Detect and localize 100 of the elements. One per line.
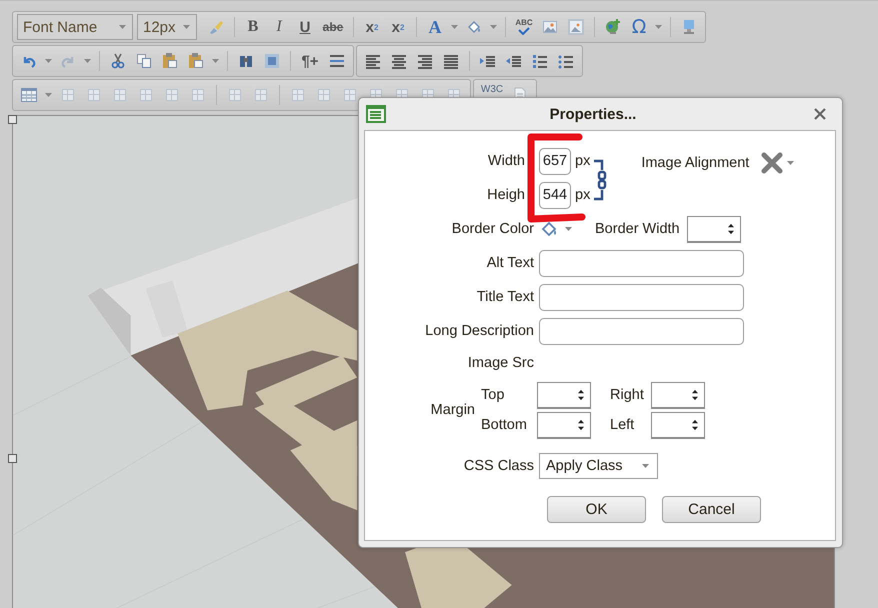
italic-button[interactable]: I [267,15,291,39]
x-mark-icon [761,152,784,174]
check-mark-icon [518,27,530,35]
text-field[interactable] [539,284,744,310]
caret-icon [565,227,572,231]
text-field[interactable] [539,318,744,344]
spinner-field[interactable] [537,412,591,438]
table-tool-icon [112,87,128,103]
caret-icon[interactable] [490,25,497,29]
superscript-button[interactable]: x$^{2}$ [360,15,384,39]
spin-arrows-icon [692,388,698,402]
table-tool-icon [138,87,154,103]
table-tool-icon [253,87,269,103]
binoculars-icon [238,53,254,69]
font-color-button[interactable]: A [423,15,447,39]
number-field[interactable]: 657 [539,148,571,174]
caret-icon [787,161,794,165]
spin-arrows-icon [692,418,698,432]
table-tool-icon [60,87,76,103]
resize-handle[interactable] [8,454,17,463]
validate-button[interactable]: W3C [478,83,506,97]
field-label: Top [481,386,506,405]
ok-button[interactable]: OK [547,496,646,523]
spinner-field[interactable] [651,382,705,408]
alignment-dropdown[interactable] [761,152,794,174]
unit-label: px [575,187,590,203]
field-label: Bottom [481,416,528,435]
unit-label: px [575,153,590,169]
border-color-dropdown[interactable] [541,221,572,237]
table-icon [21,87,37,103]
dialog-title: Properties... [550,106,636,122]
field-label: Title Text [476,289,534,305]
table-tool-icon [227,87,243,103]
field-label: Right [610,386,645,405]
indent-icon [480,53,496,69]
numbered-list-icon [532,53,548,69]
image-frame-icon [568,19,584,35]
field-label: Border Color [452,221,534,237]
underline-button[interactable]: U [293,15,317,39]
spinner-field[interactable] [686,216,741,242]
css-class-dropdown[interactable]: Apply Class [539,453,658,479]
brush-icon [208,19,224,35]
copy-icon [136,53,152,69]
paint-bucket-icon [466,19,482,35]
number-field[interactable]: 544 [539,182,571,208]
align-left-icon [365,53,381,69]
caret-icon[interactable] [212,59,219,63]
table-tool-icon [86,87,102,103]
table-tool-icon [316,87,332,103]
caret-icon[interactable] [45,93,52,97]
monitor-icon [681,19,697,35]
paint-bucket-icon [541,221,559,237]
strikethrough-button[interactable]: abe [319,15,347,39]
field-label: Image Alignment [641,155,750,171]
image-icon [542,19,558,35]
scissors-icon [110,53,126,69]
field-label: Image Src [468,355,534,371]
table-tool-icon [342,87,358,103]
spin-arrows-icon [728,222,734,236]
field-label: Heigh [487,187,525,203]
select-all-icon [264,53,280,69]
clipboard-icon [188,53,204,69]
table-tool-icon [164,87,180,103]
outdent-icon [506,53,522,69]
table-tool-icon [190,87,206,103]
text-field[interactable] [539,250,744,276]
field-label: Width [488,153,525,169]
align-center-icon [391,53,407,69]
field-label: Long Description [425,323,534,339]
window-icon [366,105,386,123]
caret-icon[interactable] [45,59,52,63]
field-label: Margin [430,402,475,418]
bold-button[interactable]: B [241,15,265,39]
table-tool-icon [290,87,306,103]
justify-icon [443,53,459,69]
caret-icon [642,464,649,468]
caret-icon[interactable] [451,25,458,29]
spellcheck-button[interactable]: ABC [512,15,536,39]
field-label: CSS Class [464,458,534,474]
spinner-field[interactable] [537,382,591,408]
paragraph-button[interactable]: ¶+ [297,49,323,73]
field-label: Alt Text [486,255,534,271]
cancel-button[interactable]: Cancel [662,496,761,523]
align-right-icon [417,53,433,69]
field-label: Left [610,416,636,435]
caret-icon[interactable] [655,25,662,29]
caret-icon[interactable] [84,59,91,63]
resize-handle[interactable] [8,115,17,124]
horizontal-rule-icon [329,53,345,69]
close-icon[interactable] [814,108,826,120]
caret-icon [183,25,190,29]
spin-arrows-icon [578,418,584,432]
caret-icon [119,25,126,29]
clipboard-icon [162,53,178,69]
field-label: Border Width [595,221,680,237]
special-character-button[interactable]: Ω [627,15,651,39]
font-size-dropdown[interactable]: 12px [137,14,197,40]
font-name-dropdown[interactable]: Font Name [17,14,133,40]
spin-arrows-icon [578,388,584,402]
spinner-field[interactable] [651,412,705,438]
